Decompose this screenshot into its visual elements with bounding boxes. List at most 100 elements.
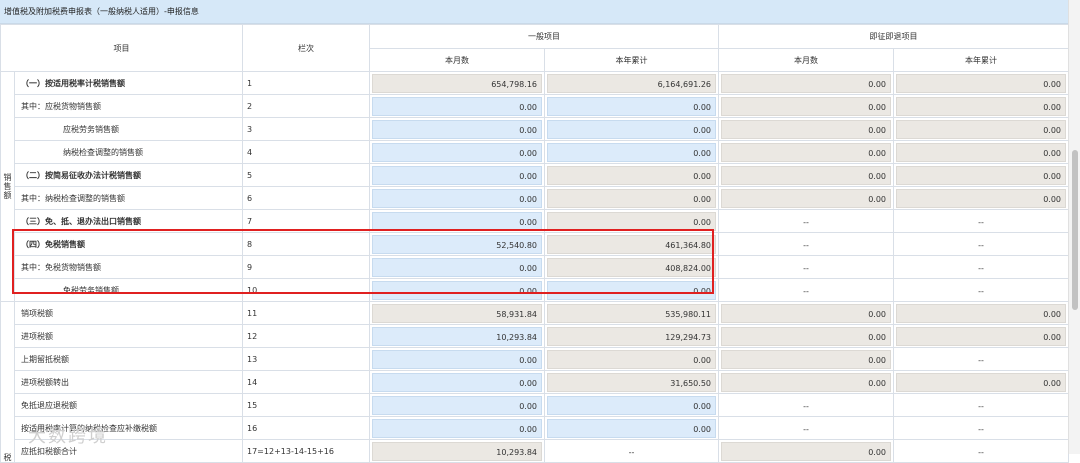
table-row: 进项税额转出 14 0.00 31,650.50 0.00 0.00: [1, 370, 1069, 394]
row-label: 其中：纳税检查调整的销售额: [14, 186, 243, 210]
amount-display: 0.00: [896, 303, 1066, 323]
table-row: 其中：应税货物销售额 2 0.00 0.00 0.00 0.00: [1, 94, 1069, 118]
amount-input[interactable]: 0.00: [372, 257, 542, 277]
amount-input[interactable]: 0.00: [372, 96, 542, 116]
table-row: 税销项税额 11 58,931.84 535,980.11 0.00 0.00: [0, 301, 1069, 463]
value-cell: 0.00: [893, 301, 1069, 325]
value-cell: --: [893, 439, 1069, 463]
amount-display: 0.00: [721, 372, 891, 392]
sales-group-label: 销售额: [0, 71, 15, 302]
amount-input[interactable]: 0.00: [372, 119, 542, 139]
value-cell: 0.00: [718, 439, 894, 463]
table-row: （三）免、抵、退办法出口销售额 7 0.00 0.00 -- --: [1, 209, 1069, 233]
amount-input[interactable]: 0.00: [372, 418, 542, 438]
table-row: 按适用税率计算的纳税检查应补缴税额 16 0.00 0.00 -- --: [1, 416, 1069, 440]
row-label: 上期留抵税额: [14, 347, 243, 371]
table-body: 销售额 （一）按适用税率计税销售额 1 654,798.16 6,164,691.26 0…: [0, 71, 1069, 463]
value-cell: 0.00: [893, 71, 1069, 95]
amount-input[interactable]: 0.00: [372, 349, 542, 369]
value-cell: 58,931.84: [369, 301, 545, 325]
value-cell: 0.00: [893, 117, 1069, 141]
row-label: 其中：免税货物销售额: [14, 255, 243, 279]
row-label: 纳税检查调整的销售额: [14, 140, 243, 164]
amount-display: --: [803, 263, 809, 273]
table-row: 应税劳务销售额 3 0.00 0.00 0.00 0.00: [1, 117, 1069, 141]
value-cell: 0.00: [718, 94, 894, 118]
amount-input[interactable]: 0.00: [372, 165, 542, 185]
value-cell: 0.00: [893, 163, 1069, 187]
row-number: 2: [242, 94, 370, 118]
value-cell: --: [718, 209, 894, 233]
value-cell: 0.00: [718, 301, 894, 325]
row-number: 4: [242, 140, 370, 164]
value-cell: 535,980.11: [544, 301, 719, 325]
amount-display: 0.00: [721, 165, 891, 185]
amount-display: --: [803, 240, 809, 250]
header-item: 项目: [0, 24, 243, 72]
amount-display: 0.00: [896, 96, 1066, 116]
value-cell: 0.00: [718, 186, 894, 210]
amount-input[interactable]: 0.00: [547, 96, 716, 116]
amount-input[interactable]: 0.00: [547, 280, 716, 300]
amount-input[interactable]: 0.00: [547, 418, 716, 438]
row-label: （一）按适用税率计税销售额: [14, 71, 243, 95]
value-cell: --: [893, 278, 1069, 302]
row-label: 进项税额转出: [14, 370, 243, 394]
amount-input[interactable]: 0.00: [372, 211, 542, 231]
value-cell: 0.00: [544, 163, 719, 187]
row-label: 免税劳务销售额: [14, 278, 243, 302]
declaration-table: 项目 栏次 一般项目 即征即退项目 本月数 本年累计 本月数 本年累计 销售额（…: [0, 24, 1069, 463]
amount-display: 0.00: [721, 73, 891, 93]
amount-input[interactable]: 0.00: [372, 372, 542, 392]
value-cell: 0.00: [893, 324, 1069, 348]
table-row: 免税劳务销售额 10 0.00 0.00 -- --: [1, 278, 1069, 302]
amount-input[interactable]: 0.00: [372, 395, 542, 415]
value-cell: 0.00: [544, 117, 719, 141]
amount-input[interactable]: 52,540.80: [372, 234, 542, 254]
amount-input[interactable]: 0.00: [372, 280, 542, 300]
value-cell: 0.00: [893, 140, 1069, 164]
row-number: 8: [242, 232, 370, 256]
amount-display: --: [628, 447, 635, 457]
table-row: 上期留抵税额 13 0.00 0.00 0.00 --: [1, 347, 1069, 371]
scrollbar-thumb[interactable]: [1072, 150, 1078, 310]
row-number: 9: [242, 255, 370, 279]
amount-input[interactable]: 0.00: [547, 395, 716, 415]
value-cell: 0.00: [544, 393, 719, 417]
header-general-year: 本年累计: [544, 48, 719, 72]
value-cell: --: [544, 439, 719, 463]
row-label: 应税劳务销售额: [14, 117, 243, 141]
amount-display: 58,931.84: [372, 303, 542, 323]
value-cell: 0.00: [544, 94, 719, 118]
amount-input[interactable]: 0.00: [372, 142, 542, 162]
amount-input[interactable]: 0.00: [372, 188, 542, 208]
value-cell: --: [718, 232, 894, 256]
value-cell: 0.00: [718, 324, 894, 348]
row-number: 7: [242, 209, 370, 233]
value-cell: --: [718, 278, 894, 302]
header-col-no: 栏次: [242, 24, 370, 72]
amount-display: 0.00: [721, 188, 891, 208]
amount-input[interactable]: 0.00: [547, 119, 716, 139]
amount-display: 461,364.80: [547, 234, 716, 254]
amount-input[interactable]: 0.00: [547, 142, 716, 162]
amount-input[interactable]: 10,293.84: [372, 326, 542, 346]
value-cell: --: [893, 393, 1069, 417]
value-cell: 0.00: [544, 209, 719, 233]
value-cell: --: [893, 232, 1069, 256]
value-cell: 0.00: [718, 140, 894, 164]
value-cell: 0.00: [544, 347, 719, 371]
amount-display: --: [978, 286, 984, 296]
amount-display: 0.00: [896, 119, 1066, 139]
row-number: 16: [242, 416, 370, 440]
amount-display: 0.00: [721, 349, 891, 369]
vertical-scrollbar[interactable]: [1068, 0, 1080, 454]
amount-display: --: [803, 401, 809, 411]
header-immediate-year: 本年累计: [893, 48, 1069, 72]
amount-display: 31,650.50: [547, 372, 716, 392]
value-cell: --: [893, 209, 1069, 233]
amount-display: 0.00: [721, 96, 891, 116]
amount-display: 0.00: [721, 119, 891, 139]
value-cell: 10,293.84: [369, 439, 545, 463]
row-number: 15: [242, 393, 370, 417]
